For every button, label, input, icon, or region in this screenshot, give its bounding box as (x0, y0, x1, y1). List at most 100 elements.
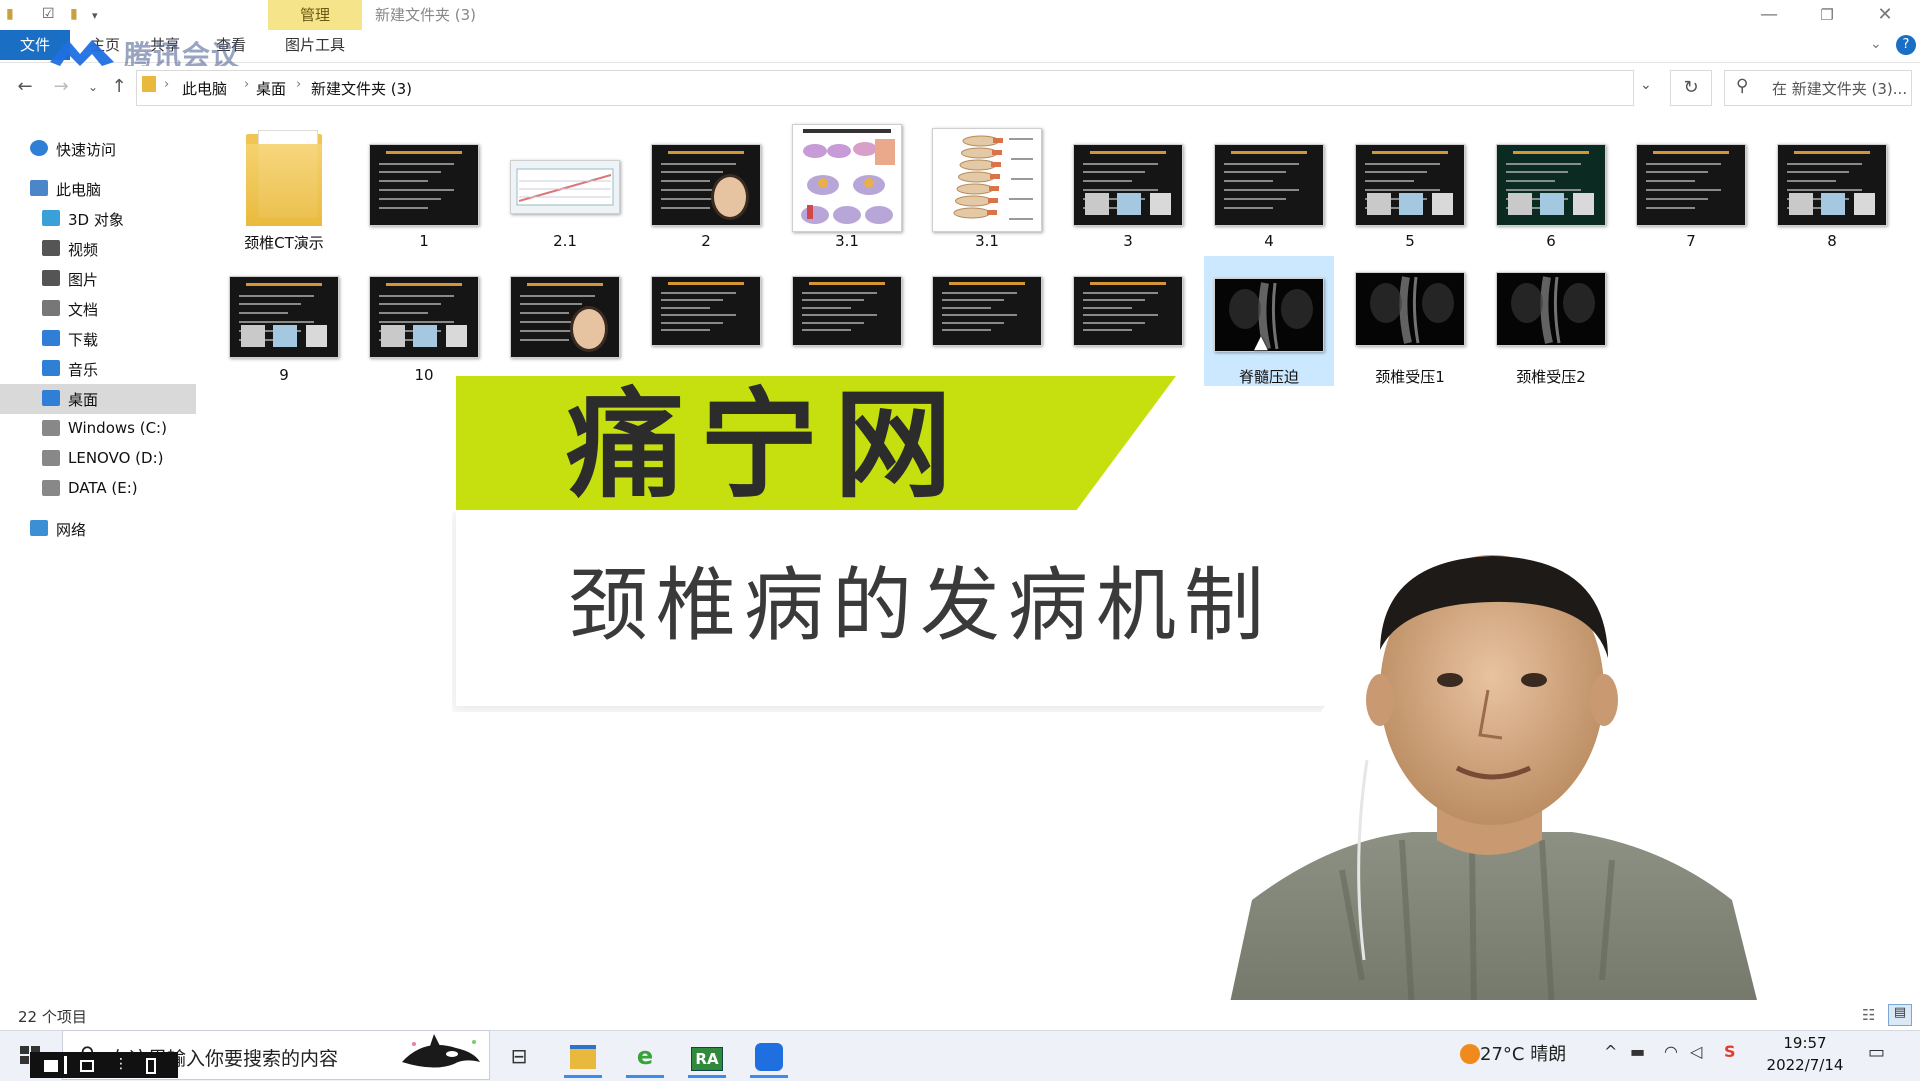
file-item[interactable] (500, 256, 630, 386)
sidebar-item-0[interactable]: 快速访问 (0, 134, 196, 164)
breadcrumb-this-pc[interactable]: 此电脑 (182, 78, 227, 99)
file-item[interactable]: 3.1 (782, 120, 912, 250)
file-item[interactable]: 2 (641, 120, 771, 250)
file-item[interactable]: 10 (359, 256, 489, 386)
file-name: 2.1 (553, 232, 577, 250)
file-item[interactable]: 5 (1345, 120, 1475, 250)
file-name: 9 (279, 366, 289, 384)
weather-icon (1460, 1044, 1480, 1064)
clock-time[interactable]: 19:57 (1756, 1034, 1854, 1052)
task-view-icon[interactable]: ⊟ (494, 1034, 544, 1078)
chevron-right-icon[interactable]: › (296, 77, 301, 92)
file-item[interactable]: 颈椎CT演示 (219, 120, 349, 252)
breadcrumb-desktop[interactable]: 桌面 (256, 78, 286, 99)
file-name: 脊髓压迫 (1238, 368, 1299, 386)
file-item[interactable] (922, 256, 1052, 386)
minimize-button[interactable]: — (1746, 0, 1792, 30)
help-icon[interactable]: ? (1896, 35, 1916, 55)
file-item[interactable]: 4 (1204, 120, 1334, 250)
sidebar-item-5[interactable]: 文档 (0, 294, 196, 324)
sidebar-item-2[interactable]: 3D 对象 (0, 204, 196, 234)
large-icons-view-icon[interactable]: ▤ (1888, 1004, 1912, 1026)
file-name: 8 (1827, 232, 1837, 250)
file-item[interactable]: 1 (359, 120, 489, 250)
phone-icon[interactable] (146, 1058, 156, 1074)
details-view-icon[interactable]: ☷ (1862, 1006, 1875, 1024)
file-item[interactable]: 2.1 (500, 120, 630, 250)
clock-date[interactable]: 2022/7/14 (1756, 1056, 1854, 1074)
tencent-meeting-taskbar-icon[interactable] (744, 1034, 794, 1078)
file-item[interactable]: 3 (1063, 120, 1193, 250)
file-item[interactable]: 脊髓压迫 (1204, 256, 1334, 386)
sidebar-item-8[interactable]: 桌面 (0, 384, 196, 414)
file-item[interactable]: 颈椎受压2 (1486, 256, 1616, 386)
file-item[interactable] (641, 256, 771, 386)
file-item[interactable]: 3.1 (922, 120, 1052, 250)
chevron-right-icon[interactable]: › (164, 77, 169, 92)
more-options-icon[interactable]: ⋮ (114, 1056, 128, 1072)
sidebar-item-12[interactable]: 网络 (0, 514, 196, 544)
screen-share-icon[interactable] (44, 1060, 58, 1072)
tab-manage[interactable]: 管理 (268, 0, 362, 30)
breadcrumb-folder[interactable]: 新建文件夹 (3) (311, 78, 412, 99)
recent-locations-icon[interactable]: ⌄ (80, 74, 106, 100)
ra-app-taskbar-icon[interactable]: RA (682, 1034, 732, 1078)
slide-thumbnail (369, 144, 479, 226)
file-item[interactable] (1063, 256, 1193, 386)
address-dropdown-icon[interactable]: ⌄ (1640, 77, 1652, 93)
drive-icon (42, 420, 60, 436)
video-icon (42, 240, 60, 256)
file-item[interactable]: 9 (219, 256, 349, 386)
battery-icon[interactable]: ▬ (1630, 1042, 1645, 1061)
sidebar-item-3[interactable]: 视频 (0, 234, 196, 264)
sidebar-item-10[interactable]: LENOVO (D:) (0, 444, 196, 474)
checkbox-icon[interactable]: ☑ (42, 6, 60, 24)
slide-thumbnail (1073, 144, 1183, 226)
notification-icon[interactable]: ▭ (1868, 1042, 1885, 1063)
file-name: 颈椎受压1 (1375, 368, 1445, 386)
sidebar-item-label: DATA (E:) (68, 479, 138, 497)
file-item[interactable]: 颈椎受压1 (1345, 256, 1475, 386)
browser-taskbar-icon[interactable]: e (620, 1034, 670, 1078)
sidebar-item-label: 视频 (68, 241, 99, 259)
ribbon-expand-icon[interactable]: ⌄ (1870, 36, 1882, 52)
file-name: 3.1 (835, 232, 859, 250)
sidebar-item-label: 图片 (68, 271, 99, 289)
file-item[interactable]: 8 (1767, 120, 1897, 250)
input-method-icon[interactable]: S (1724, 1042, 1736, 1061)
file-name: 颈椎CT演示 (244, 234, 324, 252)
close-button[interactable]: ✕ (1862, 0, 1908, 30)
tab-picture-tools[interactable]: 图片工具 (268, 30, 362, 60)
file-item[interactable]: 7 (1626, 120, 1756, 250)
folder-icon[interactable]: ▮ (6, 6, 24, 24)
file-item[interactable] (782, 256, 912, 386)
forward-arrow-icon[interactable]: → (48, 74, 74, 100)
sidebar-item-11[interactable]: DATA (E:) (0, 474, 196, 504)
folder-icon (246, 126, 322, 226)
document-icon (42, 300, 60, 316)
meeting-floating-toolbar[interactable]: ⋮ (30, 1052, 178, 1078)
sidebar-item-6[interactable]: 下载 (0, 324, 196, 354)
up-arrow-icon[interactable]: ↑ (106, 74, 132, 100)
weather-text[interactable]: 27°C 晴朗 (1480, 1040, 1566, 1066)
back-arrow-icon[interactable]: ← (12, 74, 38, 100)
sidebar-item-1[interactable]: 此电脑 (0, 174, 196, 204)
sidebar-item-9[interactable]: Windows (C:) (0, 414, 196, 444)
chevron-up-icon[interactable]: ^ (1604, 1042, 1617, 1061)
sidebar-item-4[interactable]: 图片 (0, 264, 196, 294)
divider-icon (64, 1056, 67, 1074)
refresh-icon[interactable]: ↻ (1670, 70, 1712, 106)
chevron-right-icon[interactable]: › (244, 77, 249, 92)
wifi-icon[interactable]: ◠ (1664, 1042, 1678, 1061)
sidebar-item-label: 下载 (68, 331, 99, 349)
window-icon[interactable] (80, 1060, 94, 1072)
restore-button[interactable]: ❐ (1804, 0, 1850, 30)
new-folder-icon[interactable]: ▮ (70, 6, 88, 24)
file-explorer-taskbar-icon[interactable] (558, 1034, 608, 1078)
file-item[interactable]: 6 (1486, 120, 1616, 250)
quick-access-dropdown-icon[interactable]: ▾ (92, 9, 110, 27)
sidebar-item-7[interactable]: 音乐 (0, 354, 196, 384)
sidebar-item-label: Windows (C:) (68, 419, 167, 437)
sidebar-item-label: LENOVO (D:) (68, 449, 164, 467)
speaker-icon[interactable]: ◁ (1690, 1042, 1702, 1061)
